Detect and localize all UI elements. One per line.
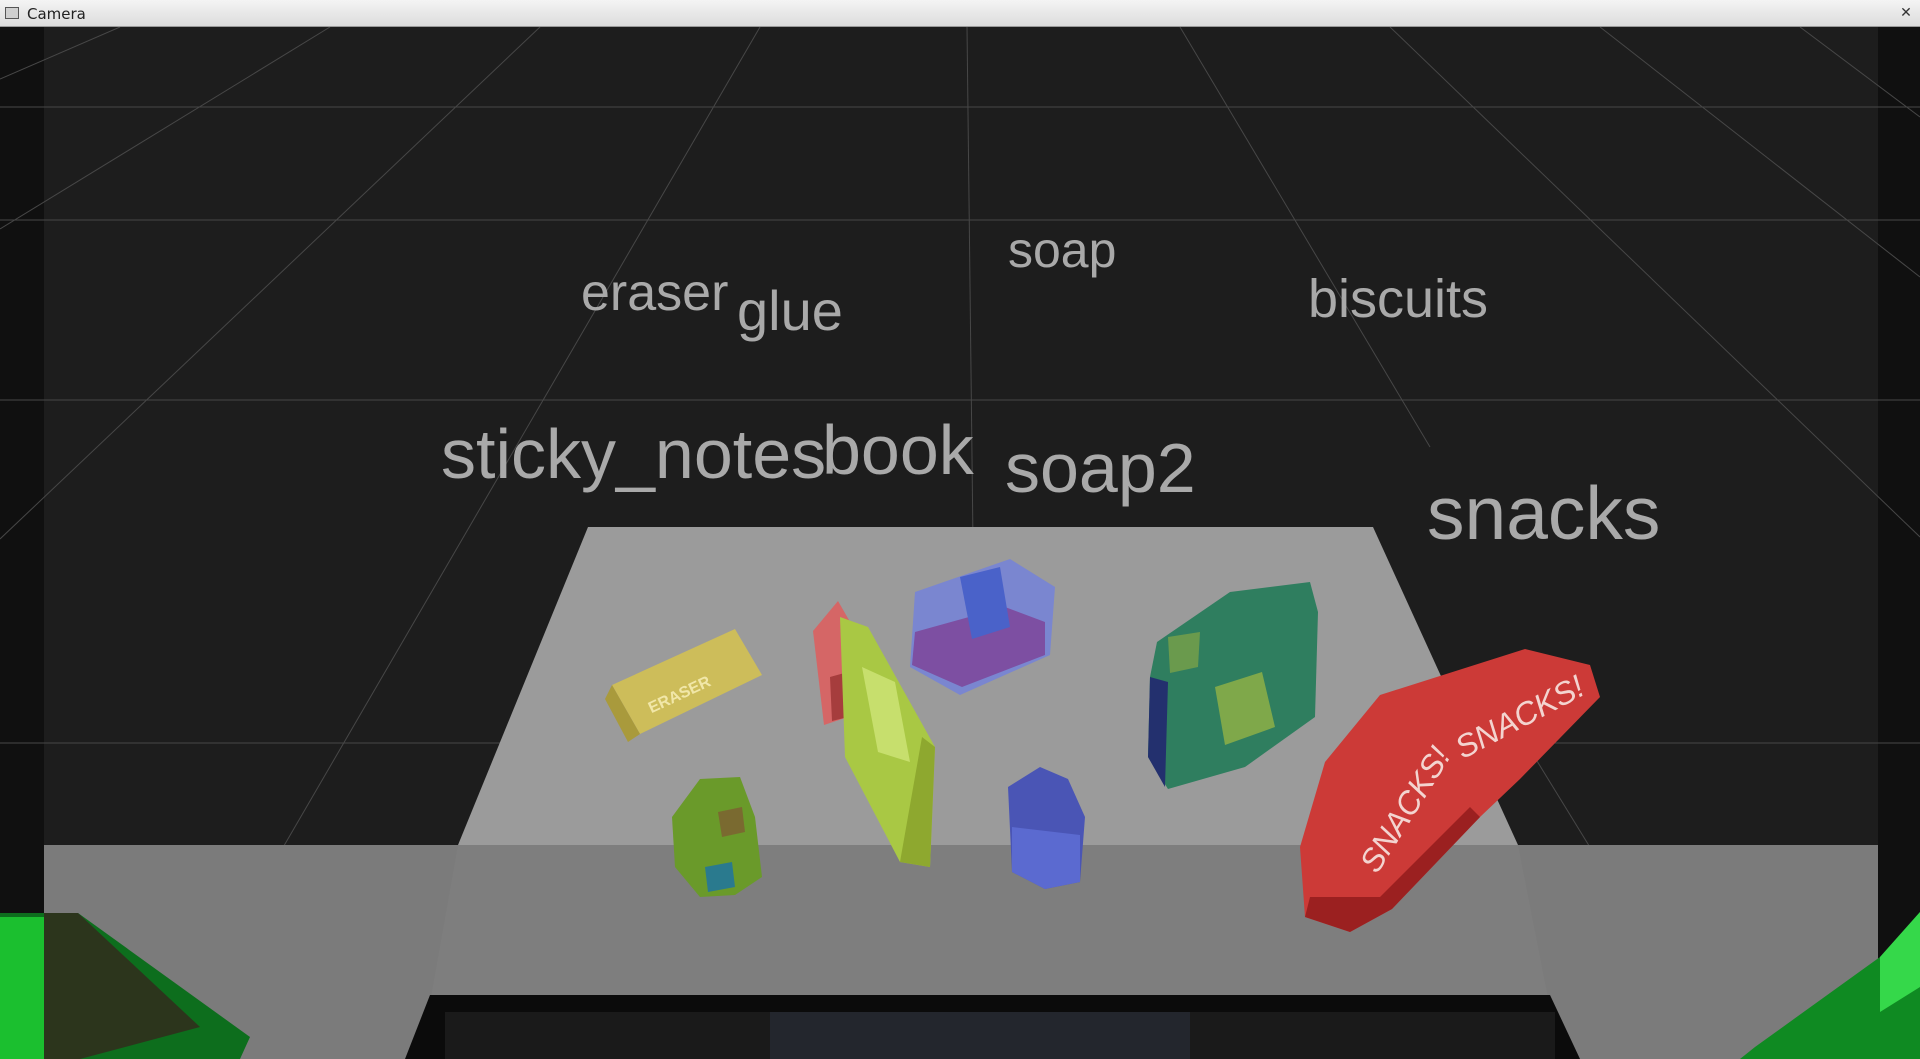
left-gripper-highlight	[0, 917, 44, 1059]
window-title: Camera	[27, 5, 86, 23]
left-edge-bar	[0, 27, 44, 1059]
label-sticky-notes: sticky_notes	[441, 415, 827, 493]
right-edge-bar	[1878, 27, 1920, 1059]
label-soap2: soap2	[1005, 429, 1196, 507]
label-book: book	[822, 411, 974, 489]
camera-window: Camera ✕ ERASER SNACKS! SNACKS! eraser g…	[0, 0, 1920, 1059]
camera-viewport[interactable]: ERASER SNACKS! SNACKS! eraser glue soap …	[0, 27, 1920, 1059]
label-glue: glue	[737, 279, 843, 342]
label-snacks: snacks	[1427, 471, 1661, 555]
label-biscuits: biscuits	[1308, 269, 1489, 329]
label-eraser: eraser	[581, 264, 729, 322]
title-bar[interactable]: Camera ✕	[0, 0, 1920, 27]
close-button[interactable]: ✕	[1898, 5, 1914, 21]
label-soap: soap	[1008, 222, 1117, 278]
camera-window-icon	[5, 7, 19, 19]
bin-shadow	[770, 1012, 1190, 1059]
